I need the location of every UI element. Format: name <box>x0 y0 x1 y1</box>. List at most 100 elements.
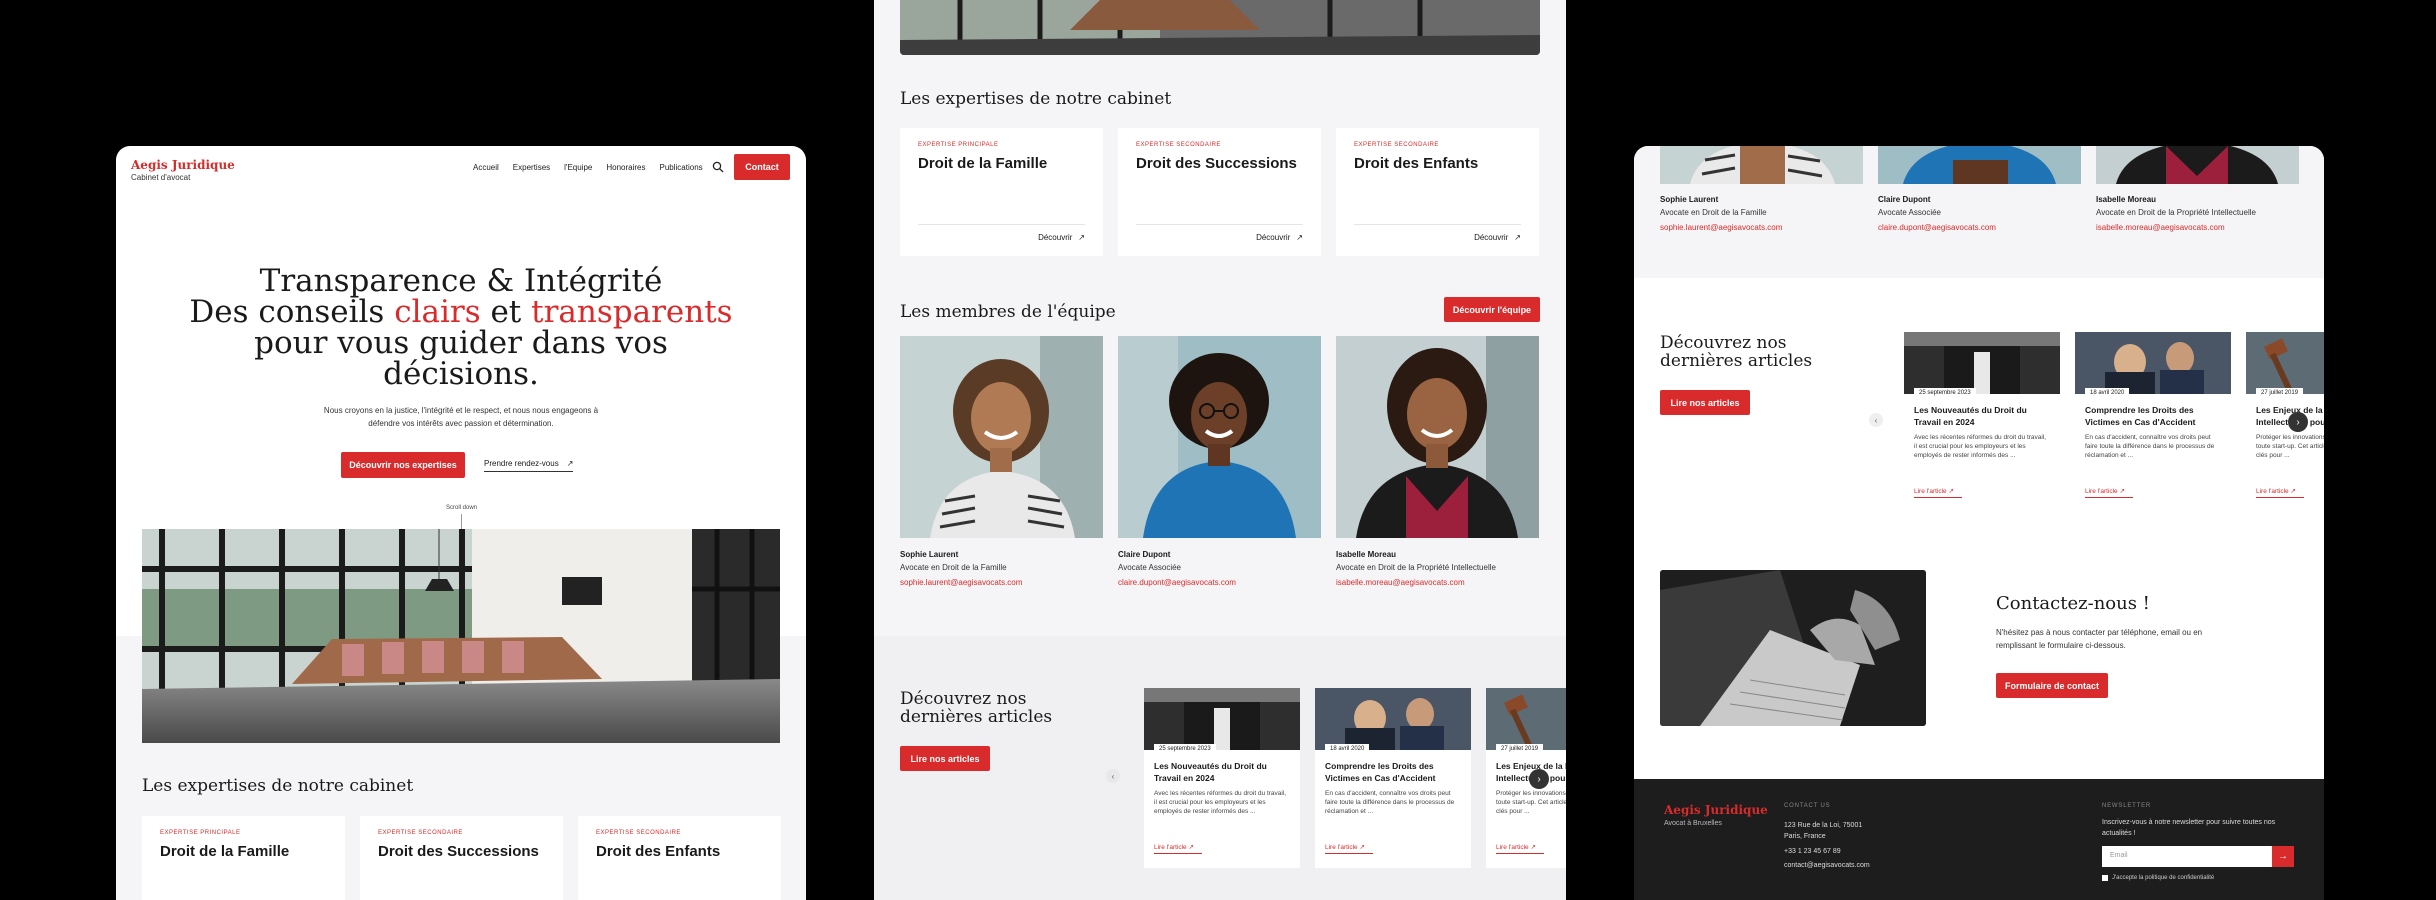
read-article-link[interactable]: Lire l'article ↗ <box>1914 487 1962 498</box>
expertise-tag: EXPERTISE SECONDAIRE <box>596 830 681 836</box>
articles-heading-line: Découvrez nos <box>900 689 1027 709</box>
read-article-label: Lire l'article <box>1325 844 1358 851</box>
homepage-panel: Aegis Juridique Cabinet d'avocat Accueil… <box>116 146 806 900</box>
discover-link[interactable]: Découvrir ↗ <box>1136 224 1303 242</box>
member-name: Isabelle Moreau <box>2096 195 2157 204</box>
read-article-link[interactable]: Lire l'article ↗ <box>1496 843 1544 854</box>
read-article-link[interactable]: Lire l'article ↗ <box>2256 487 2304 498</box>
member-role: Avocate Associée <box>1118 563 1182 572</box>
member-email[interactable]: isabelle.moreau@aegisavocats.com <box>1336 578 1539 587</box>
carousel-next-button[interactable]: › <box>2288 412 2308 432</box>
expertise-title: Droit des Successions <box>378 843 539 860</box>
nav-item-honoraires[interactable]: Honoraires <box>606 163 645 172</box>
team-member-card: Sophie Laurent Avocate en Droit de la Fa… <box>1660 146 1863 232</box>
privacy-consent-checkbox[interactable]: J'accepte la politique de confidentialit… <box>2102 875 2214 881</box>
discover-link[interactable]: Découvrir ↗ <box>918 224 1085 242</box>
expertise-card[interactable]: EXPERTISE SECONDAIRE Droit des Successio… <box>360 816 563 900</box>
expertise-card[interactable]: EXPERTISE SECONDAIRE Droit des Enfants D… <box>1336 128 1539 256</box>
arrow-up-right-icon: ↗ <box>1296 233 1303 242</box>
article-carousel: 25 septembre 2023 Les Nouveautés du Droi… <box>1144 688 1566 868</box>
expertise-card[interactable]: EXPERTISE SECONDAIRE Droit des Successio… <box>1118 128 1321 256</box>
article-image <box>1904 332 2060 394</box>
top-navigation: Aegis Juridique Cabinet d'avocat Accueil… <box>116 146 806 202</box>
article-card[interactable]: 25 septembre 2023 Les Nouveautés du Droi… <box>1144 688 1300 868</box>
contact-button[interactable]: Contact <box>734 154 790 180</box>
nav-item-accueil[interactable]: Accueil <box>473 163 499 172</box>
article-image <box>2075 332 2231 394</box>
newsletter-submit-button[interactable]: → <box>2272 846 2294 867</box>
newsletter-description: Inscrivez-vous à notre newsletter pour s… <box>2102 819 2276 837</box>
nav-item-expertises[interactable]: Expertises <box>513 163 550 172</box>
article-title: Comprendre les Droits des Victimes en Ca… <box>1325 761 1436 783</box>
team-members: Sophie Laurent Avocate en Droit de la Fa… <box>1660 146 2299 232</box>
member-photo <box>1878 146 2081 184</box>
article-date: 18 avril 2020 <box>1325 744 1370 754</box>
carousel-prev-button[interactable]: ‹ <box>1106 769 1120 783</box>
arrow-up-right-icon: ↗ <box>1948 488 1954 495</box>
discover-link[interactable]: Découvrir ↗ <box>1354 224 1521 242</box>
hero-line-1: Transparence & Intégrité <box>259 263 663 299</box>
brand-logo[interactable]: Aegis Juridique <box>131 158 235 172</box>
discover-expertises-button[interactable]: Découvrir nos expertises <box>341 452 465 478</box>
contact-form-button[interactable]: Formulaire de contact <box>1996 673 2108 698</box>
discover-team-button[interactable]: Découvrir l'équipe <box>1444 297 1540 322</box>
member-role: Avocate en Droit de la Famille <box>1660 208 1767 217</box>
member-photo <box>900 336 1103 538</box>
newsletter-email-input[interactable]: Email <box>2102 846 2272 867</box>
carousel-prev-button[interactable]: ‹ <box>1869 413 1883 427</box>
member-name: Sophie Laurent <box>1660 195 1719 204</box>
read-article-link[interactable]: Lire l'article ↗ <box>1154 843 1202 854</box>
footer-contact-heading: CONTACT US <box>1784 803 1831 809</box>
expertise-tag: EXPERTISE PRINCIPALE <box>160 830 241 836</box>
member-email[interactable]: sophie.laurent@aegisavocats.com <box>1660 223 1863 232</box>
member-name: Claire Dupont <box>1118 550 1171 559</box>
articles-heading-line: Découvrez nos <box>1660 333 1787 353</box>
member-name: Sophie Laurent <box>900 550 959 559</box>
team-members: Sophie Laurent Avocate en Droit de la Fa… <box>900 336 1539 587</box>
search-icon[interactable] <box>712 161 724 173</box>
checkbox-box[interactable] <box>2102 875 2108 881</box>
expertise-card[interactable]: EXPERTISE SECONDAIRE Droit des Enfants <box>578 816 781 900</box>
book-appointment-link[interactable]: Prendre rendez-vous ↗ <box>484 459 574 472</box>
article-card[interactable]: 27 juillet 2019 Les Enjeux de la Proprié… <box>2246 332 2324 512</box>
article-date: 27 juillet 2019 <box>1496 744 1544 754</box>
carousel-next-button[interactable]: › <box>1529 769 1549 789</box>
article-card[interactable]: 25 septembre 2023 Les Nouveautés du Droi… <box>1904 332 2060 512</box>
read-article-link[interactable]: Lire l'article ↗ <box>2085 487 2133 498</box>
article-card[interactable]: 27 juillet 2019 Les Enjeux de la Proprié… <box>1486 688 1566 868</box>
article-card[interactable]: 18 avril 2020 Comprendre les Droits des … <box>1315 688 1471 868</box>
team-member-card: Sophie Laurent Avocate en Droit de la Fa… <box>900 336 1103 587</box>
nav-item-equipe[interactable]: l'Equipe <box>564 163 592 172</box>
article-card[interactable]: 18 avril 2020 Comprendre les Droits des … <box>2075 332 2231 512</box>
footer-phone[interactable]: +33 1 23 45 67 89 <box>1784 846 1841 857</box>
article-date: 25 septembre 2023 <box>1914 388 1976 398</box>
article-excerpt: Avec les récentes réformes du droit du t… <box>1154 790 1287 815</box>
arrow-up-right-icon: ↗ <box>1514 233 1521 242</box>
article-date: 18 avril 2020 <box>2085 388 2130 398</box>
read-article-link[interactable]: Lire l'article ↗ <box>1325 843 1373 854</box>
member-email[interactable]: sophie.laurent@aegisavocats.com <box>900 578 1103 587</box>
discover-label: Découvrir <box>1474 233 1509 242</box>
member-email[interactable]: isabelle.moreau@aegisavocats.com <box>2096 223 2299 232</box>
member-email[interactable]: claire.dupont@aegisavocats.com <box>1878 223 2081 232</box>
expertise-card[interactable]: EXPERTISE PRINCIPALE Droit de la Famille… <box>900 128 1103 256</box>
read-articles-button[interactable]: Lire nos articles <box>900 746 990 771</box>
nav-item-publications[interactable]: Publications <box>660 163 703 172</box>
expertise-card[interactable]: EXPERTISE PRINCIPALE Droit de la Famille <box>142 816 345 900</box>
article-date: 25 septembre 2023 <box>1154 744 1216 754</box>
member-name: Isabelle Moreau <box>1336 550 1397 559</box>
chevron-right-icon: › <box>1537 773 1541 785</box>
read-articles-button[interactable]: Lire nos articles <box>1660 390 1750 415</box>
expertise-title: Droit des Enfants <box>596 843 721 860</box>
member-email[interactable]: claire.dupont@aegisavocats.com <box>1118 578 1321 587</box>
article-carousel: 25 septembre 2023 Les Nouveautés du Droi… <box>1904 332 2324 512</box>
hero-line-4: décisions. <box>383 356 539 392</box>
footer-email[interactable]: contact@aegisavocats.com <box>1784 860 1870 871</box>
scroll-down-label[interactable]: Scroll down <box>446 505 477 511</box>
chevron-left-icon: ‹ <box>1874 415 1878 425</box>
arrow-right-icon: → <box>2278 851 2288 862</box>
office-photo-cropped <box>900 0 1540 55</box>
discover-label: Découvrir <box>1038 233 1073 242</box>
footer-brand-logo[interactable]: Aegis Juridique <box>1664 803 1768 817</box>
expertise-title: Droit des Enfants <box>1354 155 1479 172</box>
